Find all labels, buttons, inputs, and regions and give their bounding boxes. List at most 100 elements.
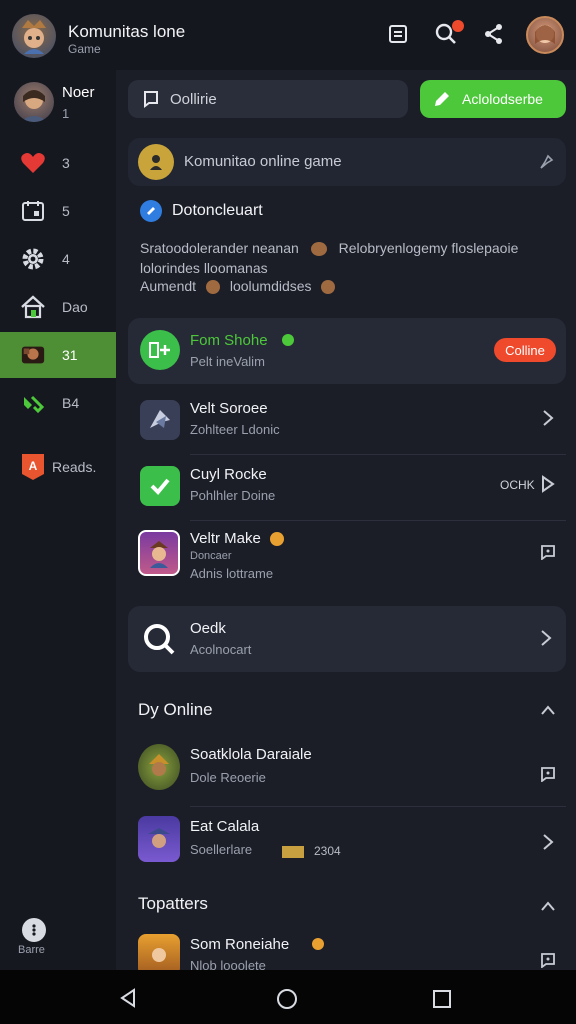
gear-icon <box>20 246 46 272</box>
list-item[interactable]: Som Roneiahe Nlob looolete <box>128 930 566 970</box>
sidebar-item-gamepad[interactable]: B4 <box>0 380 116 426</box>
avatar <box>138 816 180 862</box>
search-card-subtitle: Acolnocart <box>190 642 252 657</box>
post-line-1: Sratoodolerander neanan Relobryenlogemy … <box>140 240 519 257</box>
game-subtitle: Zohlteer Ldonic <box>190 422 280 437</box>
app-title: Komunitas lone <box>68 22 186 41</box>
list-item[interactable]: Veltr Make Doncaer Adnis lottrame <box>128 524 566 586</box>
sidebar-item-reads[interactable]: A Reads. <box>0 444 116 490</box>
sidebar-item-favorites[interactable]: 3 <box>0 140 116 186</box>
game-title: Velt Soroee <box>190 400 268 417</box>
pin-icon[interactable] <box>536 152 556 172</box>
sidebar-item-label: 3 <box>62 155 70 171</box>
game-extra: Doncaer <box>190 550 232 562</box>
sidebar-item-label: 31 <box>62 347 78 363</box>
document-icon[interactable] <box>384 20 412 48</box>
avatar <box>138 934 180 970</box>
sidebar-item-label: Reads. <box>52 459 97 475</box>
sidebar-item-label: 5 <box>62 203 70 219</box>
divider <box>190 806 566 807</box>
community-banner[interactable]: Komunitao online game <box>128 138 566 186</box>
featured-game-icon <box>140 330 180 370</box>
sidebar: Noer 1 3 5 4 Dao 31 B4 A Reads. Barre <box>0 70 116 970</box>
featured-game-card[interactable]: Fom Shohe Pelt ineValim Colline <box>128 318 566 384</box>
post-line-1-b: Relobryenlogemy floslepaoie <box>338 240 519 256</box>
post-line-3: Aumendt loolumdidses <box>140 278 336 295</box>
community-banner-text: Komunitao online game <box>184 153 342 170</box>
sidebar-user-name: Noer <box>62 84 95 101</box>
search-card[interactable]: Oedk Acolnocart <box>128 606 566 672</box>
chevron-up-icon[interactable] <box>538 896 558 916</box>
play-icon[interactable] <box>538 474 558 494</box>
game-subtitle: Adnis lottrame <box>190 566 274 581</box>
star-icon <box>312 938 324 950</box>
user-name: Som Roneiahe <box>190 936 290 953</box>
featured-game-title: Fom Shohe <box>190 332 268 349</box>
online-dot-icon <box>282 334 294 346</box>
svg-text:A: A <box>29 459 38 473</box>
badge-icon: A <box>20 454 46 480</box>
app-avatar[interactable] <box>12 14 56 58</box>
post-line-3-b: loolumdidses <box>229 278 312 294</box>
list-item[interactable]: Soatklola Daraiale Dole Reoerie <box>128 740 566 802</box>
edit-icon <box>432 89 452 114</box>
game-title: Cuyl Rocke <box>190 466 267 483</box>
game-meta: OCHK <box>500 478 535 492</box>
action-button-label: Aclolodserbe <box>462 91 543 107</box>
chat-icon[interactable] <box>538 950 558 970</box>
game-subtitle: Pohlhler Doine <box>190 488 276 503</box>
sidebar-item-home[interactable]: Dao <box>0 284 116 330</box>
gamepad-icon <box>20 390 46 416</box>
chevron-right-icon[interactable] <box>536 628 556 648</box>
emoji-icon <box>205 280 220 295</box>
post-author-icon <box>140 200 162 222</box>
game-icon <box>140 466 180 506</box>
search-placeholder: Oollirie <box>170 90 217 108</box>
sidebar-item-label: B4 <box>62 395 80 411</box>
share-icon[interactable] <box>480 20 508 48</box>
flag-icon <box>282 846 304 858</box>
search-icon <box>142 622 176 661</box>
user-avatar[interactable] <box>526 16 564 54</box>
notification-badge <box>452 20 464 32</box>
post-line-1-a: Sratoodolerander neanan <box>140 240 299 256</box>
chat-icon[interactable] <box>538 542 558 562</box>
chevron-right-icon[interactable] <box>538 408 558 428</box>
recents-icon[interactable] <box>432 989 452 1014</box>
post-line-2: lolorindes lloomanas <box>140 260 268 276</box>
search-bar[interactable]: Oollirie <box>128 80 408 118</box>
divider <box>190 520 566 521</box>
back-icon[interactable] <box>118 988 138 1013</box>
action-button[interactable]: Aclolodserbe <box>420 80 566 118</box>
list-item[interactable]: Velt Soroee Zohlteer Ldonic <box>128 392 566 454</box>
home-icon <box>20 294 46 320</box>
post-line-3-a: Aumendt <box>140 278 197 294</box>
divider <box>190 454 566 455</box>
sidebar-item-label: 4 <box>62 251 70 267</box>
chat-icon[interactable] <box>538 764 558 784</box>
home-nav-icon[interactable] <box>276 988 298 1015</box>
heart-icon <box>20 150 46 176</box>
chevron-up-icon[interactable] <box>538 700 558 720</box>
game-title: Veltr Make <box>190 530 261 547</box>
game-icon <box>138 530 180 576</box>
post-author[interactable]: Dotoncleuart <box>172 202 263 220</box>
emoji-icon <box>321 280 336 295</box>
status-badge[interactable]: Colline <box>494 338 556 362</box>
sidebar-user-avatar[interactable] <box>14 82 54 122</box>
avatar <box>138 744 180 790</box>
game-icon <box>20 342 46 368</box>
more-icon[interactable] <box>22 918 46 942</box>
sidebar-item-settings[interactable]: 4 <box>0 236 116 282</box>
star-icon <box>270 532 284 546</box>
sidebar-item-games[interactable]: 31 <box>0 332 116 378</box>
sidebar-item-calendar[interactable]: 5 <box>0 188 116 234</box>
sidebar-item-label: Dao <box>62 299 88 315</box>
user-status: Soellerlare <box>190 842 253 857</box>
user-status: Nlob looolete <box>190 958 266 970</box>
list-item[interactable]: Eat Calala Soellerlare 2304 <box>128 812 566 874</box>
sidebar-bottom-label: Barre <box>18 944 45 956</box>
list-item[interactable]: Cuyl Rocke Pohlhler Doine OCHK <box>128 458 566 520</box>
user-name: Eat Calala <box>190 818 260 835</box>
chevron-right-icon[interactable] <box>538 832 558 852</box>
